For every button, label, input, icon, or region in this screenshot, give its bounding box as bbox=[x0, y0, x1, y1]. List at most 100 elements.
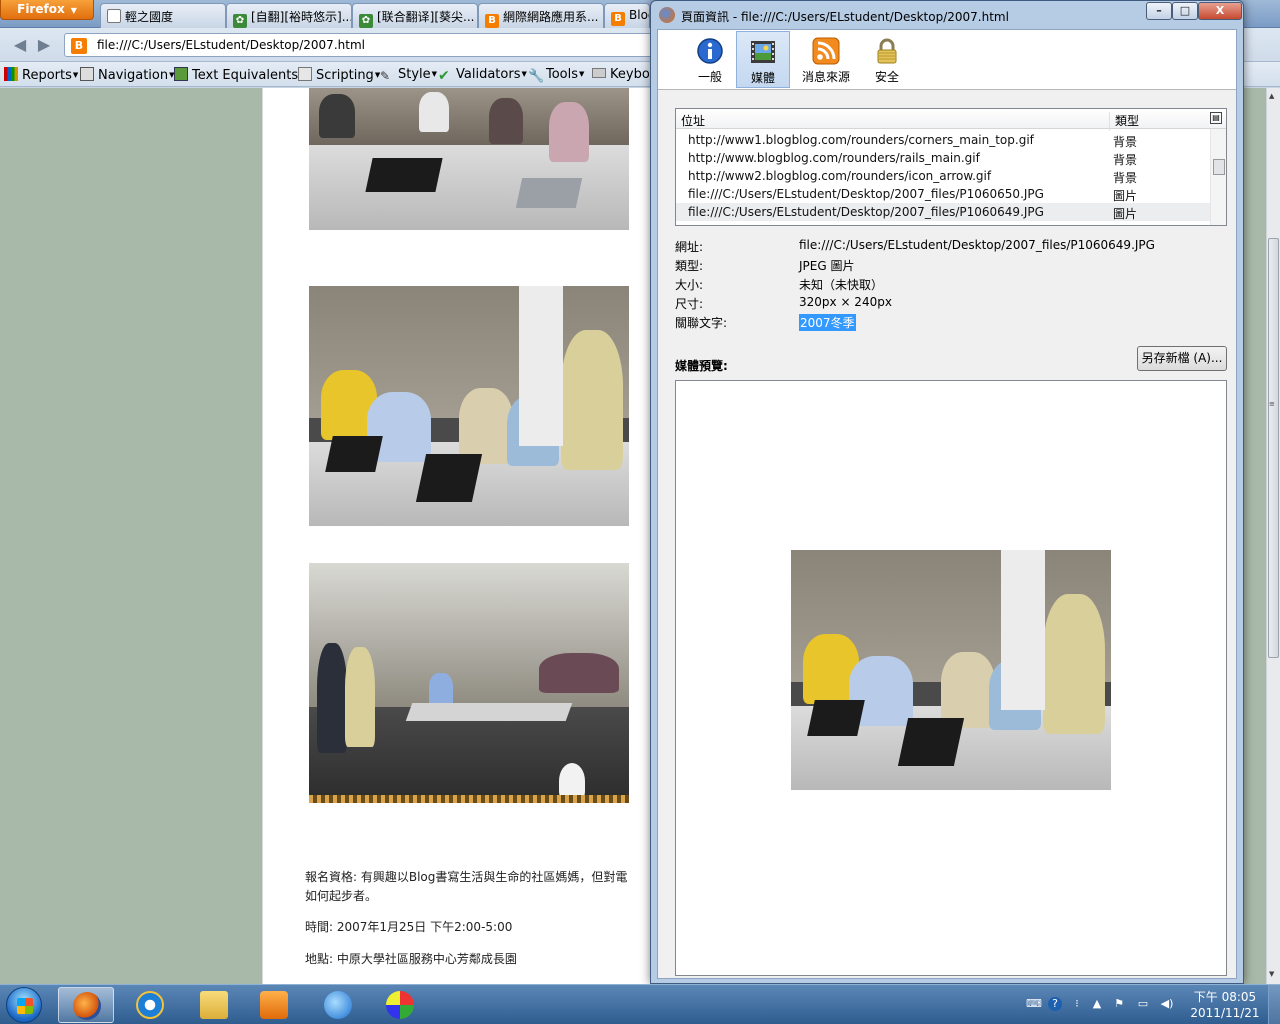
bar-chart-icon bbox=[4, 67, 18, 81]
registration-text-continued: 如何起步者。 bbox=[305, 889, 378, 903]
system-clock[interactable]: 下午 08:05 2011/11/21 bbox=[1188, 989, 1262, 1021]
dialog-title-bar[interactable]: 頁面資訊 - file:///C:/Users/ELstudent/Deskto… bbox=[651, 1, 1243, 29]
dialog-body: 一般 媒體 消息來源 安全 位址 類型 ▤ http://www1.blogbl… bbox=[657, 29, 1237, 979]
tray-options-icon[interactable]: ⁝ bbox=[1070, 997, 1084, 1011]
internet-explorer-icon bbox=[136, 991, 164, 1019]
close-button[interactable]: X bbox=[1198, 2, 1242, 20]
taskbar-app[interactable] bbox=[372, 987, 428, 1023]
page-vertical-scrollbar[interactable]: ▲ ≡ ▼ bbox=[1266, 88, 1280, 984]
image-icon bbox=[174, 67, 188, 81]
blogger-icon: B bbox=[71, 38, 87, 54]
browser-globe-icon bbox=[324, 991, 352, 1019]
url-bar[interactable]: B file:///C:/Users/ELstudent/Desktop/200… bbox=[64, 33, 664, 57]
green-site-icon: ✿ bbox=[233, 14, 247, 28]
rss-feed-icon bbox=[812, 37, 840, 65]
media-list[interactable]: 位址 類型 ▤ http://www1.blogblog.com/rounder… bbox=[675, 108, 1227, 226]
taskbar-app[interactable] bbox=[246, 987, 302, 1023]
media-icon bbox=[751, 41, 775, 63]
media-row-selected[interactable]: file:///C:/Users/ELstudent/Desktop/2007_… bbox=[676, 203, 1211, 221]
show-desktop-button[interactable] bbox=[1268, 985, 1280, 1024]
folder-icon bbox=[200, 991, 228, 1019]
keyboard-icon[interactable]: ⌨ bbox=[1026, 997, 1042, 1011]
toolbar-validators[interactable]: ✔ Validators▼ bbox=[438, 67, 527, 83]
script-icon bbox=[298, 67, 312, 81]
browser-tab[interactable]: ✿ [自翻][裕時悠示]... bbox=[226, 3, 352, 28]
maximize-button[interactable]: □ bbox=[1172, 2, 1198, 20]
alt-text-value[interactable]: 2007冬季 bbox=[799, 314, 856, 331]
tab-label: 一般 bbox=[697, 70, 722, 84]
sitemap-icon bbox=[80, 67, 94, 81]
dimensions-label: 尺寸: bbox=[675, 297, 704, 311]
blog-photo bbox=[309, 286, 629, 526]
dialog-title: 頁面資訊 - file:///C:/Users/ELstudent/Deskto… bbox=[681, 10, 1009, 24]
browser-tab[interactable]: 輕之國度 bbox=[100, 3, 226, 28]
network-icon[interactable]: ▭ bbox=[1136, 997, 1150, 1011]
tab-label: [自翻][裕時悠示]... bbox=[251, 10, 352, 24]
toolbar-reports[interactable]: Reports▼ bbox=[4, 67, 78, 83]
tab-security[interactable]: 安全 bbox=[860, 31, 914, 88]
scrollbar-thumb[interactable] bbox=[1213, 159, 1225, 175]
action-center-flag-icon[interactable]: ⚑ bbox=[1112, 997, 1126, 1011]
column-picker-icon[interactable]: ▤ bbox=[1210, 112, 1222, 124]
blogger-icon: B bbox=[611, 12, 625, 26]
help-icon[interactable]: ? bbox=[1048, 997, 1062, 1011]
tab-feeds[interactable]: 消息來源 bbox=[798, 31, 854, 88]
event-time-text: 時間: 2007年1月25日 下午2:00-5:00 bbox=[305, 920, 513, 934]
tab-media[interactable]: 媒體 bbox=[736, 31, 790, 88]
tab-label: [联合翻译][葵尖... bbox=[377, 10, 475, 24]
media-list-scrollbar[interactable] bbox=[1210, 129, 1226, 225]
toolbar-item-label: Validators bbox=[456, 67, 521, 82]
media-row[interactable]: http://www1.blogblog.com/rounders/corner… bbox=[676, 131, 1211, 149]
taskbar-app[interactable] bbox=[310, 987, 366, 1023]
wrench-icon: 🔧 bbox=[528, 69, 545, 84]
page-info-tabs: 一般 媒體 消息來源 安全 bbox=[658, 30, 1236, 90]
column-header-address[interactable]: 位址 bbox=[681, 112, 705, 129]
save-as-button[interactable]: 另存新檔 (A)... bbox=[1137, 346, 1227, 371]
start-button[interactable] bbox=[6, 987, 42, 1023]
toolbar-item-label: Text Equivalents bbox=[192, 68, 299, 83]
scroll-up-arrow-icon[interactable]: ▲ bbox=[1269, 92, 1274, 100]
blogger-icon: B bbox=[485, 14, 499, 28]
media-preview-image bbox=[791, 550, 1111, 790]
browser-tab[interactable]: B Blog bbox=[604, 3, 650, 28]
clock-date: 2011/11/21 bbox=[1190, 1006, 1260, 1020]
page-info-dialog: 頁面資訊 - file:///C:/Users/ELstudent/Deskto… bbox=[650, 0, 1244, 984]
media-row[interactable]: file:///C:/Users/ELstudent/Desktop/2007_… bbox=[676, 185, 1211, 203]
toolbar-keyboard[interactable]: Keybo bbox=[592, 67, 650, 82]
minimize-button[interactable]: – bbox=[1146, 2, 1172, 20]
scrollbar-thumb[interactable] bbox=[1268, 238, 1279, 658]
show-hidden-icons-arrow[interactable]: ▲ bbox=[1090, 997, 1104, 1011]
firefox-menu-label: Firefox bbox=[17, 2, 65, 16]
address-value: file:///C:/Users/ELstudent/Desktop/2007_… bbox=[799, 238, 1155, 252]
toolbar-scripting[interactable]: Scripting▼ bbox=[298, 67, 380, 83]
media-row[interactable]: http://www2.blogblog.com/rounders/icon_a… bbox=[676, 167, 1211, 185]
scroll-down-arrow-icon[interactable]: ▼ bbox=[1269, 970, 1274, 978]
toolbar-tools[interactable]: 🔧 Tools▼ bbox=[528, 67, 584, 84]
taskbar-app[interactable] bbox=[186, 987, 242, 1023]
back-arrow-icon[interactable]: ◀ bbox=[10, 35, 30, 55]
toolbar-item-label: Navigation bbox=[98, 68, 169, 83]
media-row[interactable]: http://www.blogblog.com/rounders/rails_m… bbox=[676, 149, 1211, 167]
blog-photo bbox=[309, 563, 629, 803]
toolbar-item-label: Scripting bbox=[316, 68, 374, 83]
media-preview-label: 媒體預覽: bbox=[675, 359, 728, 373]
firefox-menu-button[interactable]: Firefox ▼ bbox=[0, 0, 94, 20]
browser-tab[interactable]: B 網際網路應用系... bbox=[478, 3, 604, 28]
column-header-type[interactable]: 類型 bbox=[1109, 112, 1139, 131]
forward-arrow-icon[interactable]: ▶ bbox=[34, 35, 54, 55]
green-site-icon: ✿ bbox=[359, 14, 373, 28]
alt-text-label: 關聯文字: bbox=[675, 316, 728, 330]
type-value: JPEG 圖片 bbox=[799, 259, 855, 273]
clock-time: 下午 08:05 bbox=[1193, 990, 1257, 1004]
size-label: 大小: bbox=[675, 278, 704, 292]
toolbar-text-equivalents[interactable]: Text Equivalents▼ bbox=[174, 67, 305, 83]
toolbar-navigation[interactable]: Navigation▼ bbox=[80, 67, 175, 83]
tab-general[interactable]: 一般 bbox=[683, 31, 737, 88]
toolbar-style[interactable]: ✎ Style▼ bbox=[380, 67, 437, 83]
blog-photo bbox=[309, 88, 629, 230]
taskbar-app[interactable] bbox=[58, 987, 114, 1023]
paint-icon bbox=[386, 991, 414, 1019]
taskbar-app[interactable] bbox=[122, 987, 178, 1023]
browser-tab[interactable]: ✿ [联合翻译][葵尖... bbox=[352, 3, 478, 28]
volume-icon[interactable]: ◀) bbox=[1160, 997, 1174, 1011]
